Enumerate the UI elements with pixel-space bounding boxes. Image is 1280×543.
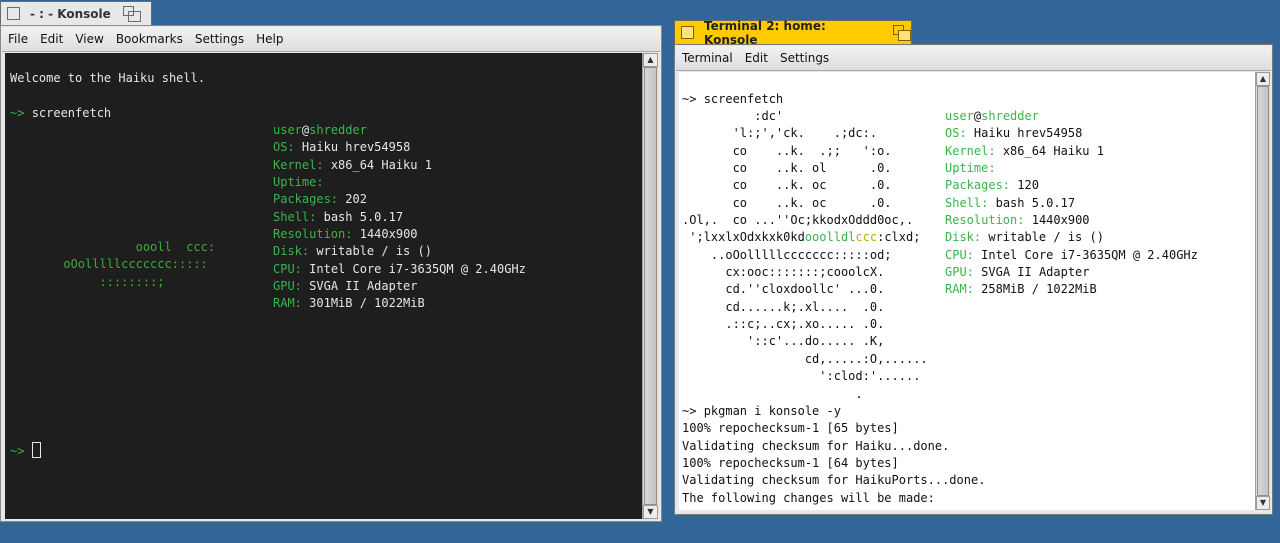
menubar-1: File Edit View Bookmarks Settings Help <box>2 27 660 52</box>
menu-bookmarks[interactable]: Bookmarks <box>110 32 189 46</box>
window-frame-2: Terminal Edit Settings ~> screenfetch :d… <box>674 44 1273 515</box>
menu-edit[interactable]: Edit <box>34 32 69 46</box>
menubar-2: Terminal Edit Settings <box>676 46 1271 71</box>
screenfetch-logo: :dc' 'l:;','ck. .;dc:. co ..k. .;; ':o. … <box>682 109 928 401</box>
menu-edit[interactable]: Edit <box>739 51 774 65</box>
menu-settings[interactable]: Settings <box>189 32 250 46</box>
text-cursor <box>31 442 41 458</box>
prompt-line: ~> screenfetch <box>682 92 784 106</box>
scroll-thumb[interactable] <box>1257 86 1269 496</box>
welcome-line: Welcome to the Haiku shell. <box>10 71 206 85</box>
scroll-up-arrow-icon[interactable]: ▲ <box>1256 72 1270 86</box>
menu-view[interactable]: View <box>69 32 109 46</box>
terminal-view-1[interactable]: Welcome to the Haiku shell. ~> screenfet… <box>5 53 642 519</box>
screenfetch-info: user@shredder OS: Haiku hrev54958 Kernel… <box>273 123 526 311</box>
close-box-icon[interactable] <box>681 26 694 39</box>
scroll-down-arrow-icon[interactable]: ▼ <box>643 505 658 519</box>
screenfetch-logo: oooll ccc: oOolllllccccccc::::: ::::::::… <box>20 240 216 289</box>
menu-file[interactable]: File <box>2 32 34 46</box>
zoom-box-icon[interactable] <box>893 24 911 41</box>
menu-terminal[interactable]: Terminal <box>676 51 739 65</box>
zoom-box-icon[interactable] <box>122 5 141 22</box>
scroll-thumb[interactable] <box>644 67 657 505</box>
pkgman-output: ~> pkgman i konsole -y 100% repochecksum… <box>682 404 986 505</box>
window-frame-1: File Edit View Bookmarks Settings Help W… <box>0 25 662 522</box>
window-title: Terminal 2: home: Konsole <box>704 18 826 47</box>
vertical-scrollbar-2[interactable]: ▲ ▼ <box>1255 72 1270 510</box>
close-box-icon[interactable] <box>7 7 20 20</box>
screenfetch-info: user@shredder OS: Haiku hrev54958 Kernel… <box>945 109 1198 297</box>
scroll-down-arrow-icon[interactable]: ▼ <box>1256 496 1270 510</box>
window-tab-2[interactable]: Terminal 2: home: Konsole <box>674 18 912 47</box>
scroll-up-arrow-icon[interactable]: ▲ <box>643 53 658 67</box>
window-tab-1[interactable]: - : - Konsole <box>0 1 152 25</box>
window-title: - : - Konsole <box>30 6 111 21</box>
terminal-view-2[interactable]: ~> screenfetch :dc' 'l:;','ck. .;dc:. co… <box>679 72 1255 510</box>
menu-settings[interactable]: Settings <box>774 51 835 65</box>
prompt-line: ~> screenfetch <box>10 105 112 120</box>
active-prompt-line: ~> <box>10 442 41 460</box>
menu-help[interactable]: Help <box>250 32 289 46</box>
vertical-scrollbar-1[interactable]: ▲ ▼ <box>642 53 658 519</box>
